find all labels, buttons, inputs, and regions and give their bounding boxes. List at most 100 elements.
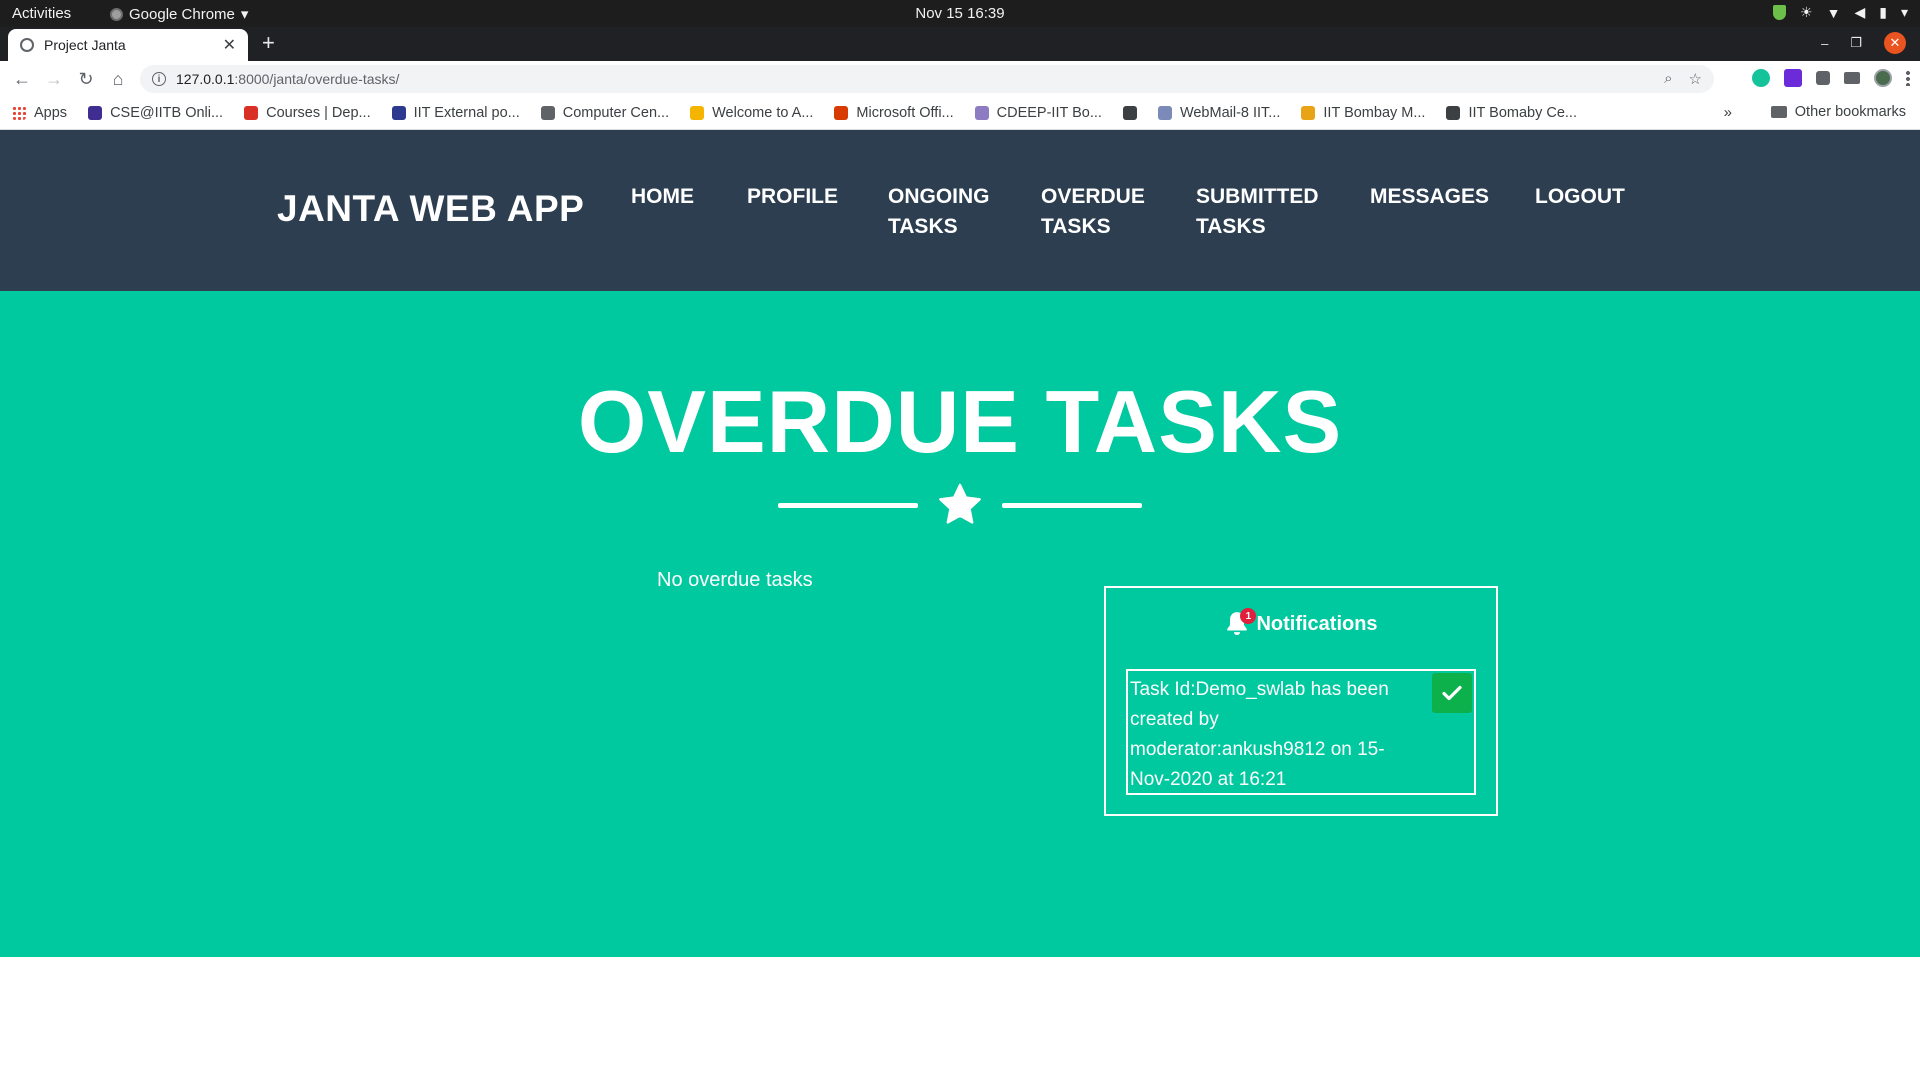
bookmark-label: CDEEP-IIT Bo... <box>996 105 1102 121</box>
bookmarks-bar: Apps CSE@IITB Onli... Courses | Dep... IIT … <box>0 97 1920 130</box>
extension-icons <box>1752 69 1910 87</box>
nav-label: MESSAGES <box>1370 185 1490 208</box>
divider-line <box>1002 503 1142 508</box>
tab-project-janta[interactable]: Project Janta ✕ <box>8 29 248 61</box>
bookmark-label: IIT Bombay M... <box>1323 105 1426 121</box>
favicon-icon <box>1446 106 1461 120</box>
kebab-menu-icon[interactable] <box>1906 70 1910 86</box>
info-icon[interactable]: i <box>152 72 166 86</box>
notification-text: Task Id:Demo_swlab has been created by m… <box>1130 679 1389 790</box>
nav-label: TASKS <box>1041 215 1111 238</box>
caret-down-icon: ▾ <box>1900 4 1908 20</box>
home-button[interactable]: ⌂ <box>102 69 134 90</box>
bookmark-item[interactable]: IIT Bombay M... <box>1301 105 1425 121</box>
tab-strip: Project Janta ✕ + – ❐ ✕ <box>0 27 1920 61</box>
nav-label: SUBMITTED <box>1196 185 1319 208</box>
battery-icon: ▮ <box>1879 4 1887 20</box>
favicon-icon <box>540 106 555 120</box>
nav-home[interactable]: HOME <box>631 182 694 212</box>
bookmark-item[interactable]: Courses | Dep... <box>244 105 371 121</box>
empty-state-message: No overdue tasks <box>657 569 813 591</box>
apps-grid-icon <box>12 106 26 120</box>
nav-logout[interactable]: LOGOUT <box>1535 182 1625 212</box>
mark-read-button[interactable] <box>1432 673 1472 713</box>
bookmark-item[interactable]: IIT Bomaby Ce... <box>1446 105 1577 121</box>
bookmark-item[interactable]: IIT External po... <box>391 105 520 121</box>
bookmark-item[interactable]: Welcome to A... <box>690 105 813 121</box>
nav-profile[interactable]: PROFILE <box>747 182 838 212</box>
divider-line <box>778 503 918 508</box>
nav-label: ONGOING <box>888 185 990 208</box>
nav-overdue-tasks[interactable]: OVERDUE TASKS <box>1041 182 1161 242</box>
nav-messages[interactable]: MESSAGES <box>1370 182 1489 212</box>
bookmark-item[interactable]: Computer Cen... <box>540 105 669 121</box>
tab-title: Project Janta <box>44 37 126 53</box>
bookmark-label: Microsoft Offi... <box>856 105 954 121</box>
bell-icon[interactable]: 1 <box>1224 608 1257 638</box>
window-controls: – ❐ ✕ <box>1821 32 1906 54</box>
page: JANTA WEB APP HOME PROFILE ONGOING TASKS … <box>0 130 1920 1080</box>
url-path: :8000/janta/overdue-tasks/ <box>234 71 400 87</box>
notifications-title: Notifications <box>1256 612 1378 635</box>
brand-logo[interactable]: JANTA WEB APP <box>277 188 584 230</box>
bookmark-item[interactable]: WebMail-8 IIT... <box>1157 105 1280 121</box>
system-tray[interactable]: ☀ ▼ ◀ ▮ ▾ <box>1773 4 1908 21</box>
favicon-icon <box>88 106 103 120</box>
wifi-icon: ▼ <box>1826 4 1841 21</box>
folder-icon <box>1770 106 1787 118</box>
star-icon <box>939 483 981 524</box>
clock[interactable]: Nov 15 16:39 <box>0 5 1920 22</box>
notification-badge: 1 <box>1240 608 1257 624</box>
reload-button[interactable]: ↻ <box>70 69 102 90</box>
bookmark-star-icon[interactable]: ☆ <box>1689 70 1702 88</box>
nav-submitted-tasks[interactable]: SUBMITTED TASKS <box>1196 182 1346 242</box>
favicon-icon <box>244 106 259 120</box>
favicon-icon <box>1157 106 1172 120</box>
bookmark-label: Courses | Dep... <box>266 105 371 121</box>
media-control-icon[interactable] <box>1844 72 1860 84</box>
favicon-icon <box>391 106 406 120</box>
bookmark-item[interactable]: CDEEP-IIT Bo... <box>974 105 1102 121</box>
nav-ongoing-tasks[interactable]: ONGOING TASKS <box>888 182 1018 242</box>
bookmark-item[interactable]: Apps <box>12 105 67 121</box>
window-close-button[interactable]: ✕ <box>1884 32 1906 54</box>
profile-avatar[interactable] <box>1874 69 1892 87</box>
address-bar[interactable]: i 127.0.0.1:8000/janta/overdue-tasks/ ⌕ … <box>140 65 1714 93</box>
notification-item: Task Id:Demo_swlab has been created by m… <box>1126 669 1476 795</box>
restore-button[interactable]: ❐ <box>1850 35 1862 51</box>
nav-label: HOME <box>631 185 694 208</box>
globe-icon <box>20 38 34 52</box>
extension-icon[interactable] <box>1784 69 1802 87</box>
grammarly-icon[interactable] <box>1752 69 1770 87</box>
other-bookmarks-label: Other bookmarks <box>1794 104 1906 120</box>
bookmark-item[interactable]: Microsoft Offi... <box>834 105 954 121</box>
forward-button[interactable]: → <box>38 69 70 90</box>
minimize-button[interactable]: – <box>1821 36 1828 51</box>
favicon-icon <box>1122 106 1137 120</box>
close-icon[interactable]: ✕ <box>223 35 236 55</box>
os-top-bar: Activities Google Chrome ▾ Nov 15 16:39 … <box>0 0 1920 27</box>
check-icon <box>1442 685 1462 701</box>
bookmark-item[interactable] <box>1122 106 1137 120</box>
bookmark-label: IIT Bomaby Ce... <box>1468 105 1577 121</box>
favicon-icon <box>974 106 989 120</box>
new-tab-button[interactable]: + <box>262 30 275 56</box>
brightness-icon: ☀ <box>1800 4 1813 20</box>
favicon-icon <box>834 106 849 120</box>
notifications-header: 1 Notifications <box>1106 608 1496 638</box>
puzzle-icon[interactable] <box>1816 71 1830 85</box>
notifications-panel: 1 Notifications Task Id:Demo_swlab has b… <box>1104 586 1498 816</box>
bookmarks-overflow-button[interactable]: » <box>1724 104 1732 121</box>
nav-label: PROFILE <box>747 185 839 208</box>
bookmark-label: Apps <box>34 105 68 121</box>
zoom-icon[interactable]: ⌕ <box>1664 70 1672 88</box>
favicon-icon <box>1301 106 1316 120</box>
browser-toolbar: ← → ↻ ⌂ i 127.0.0.1:8000/janta/overdue-t… <box>0 61 1920 97</box>
nav-label: LOGOUT <box>1535 185 1625 208</box>
back-button[interactable]: ← <box>6 69 38 90</box>
bookmark-item[interactable]: CSE@IITB Onli... <box>88 105 223 121</box>
url-host: 127.0.0.1 <box>176 71 235 87</box>
other-bookmarks[interactable]: Other bookmarks <box>1770 104 1906 120</box>
favicon-icon <box>690 106 705 120</box>
nav-label: OVERDUE <box>1041 185 1145 208</box>
